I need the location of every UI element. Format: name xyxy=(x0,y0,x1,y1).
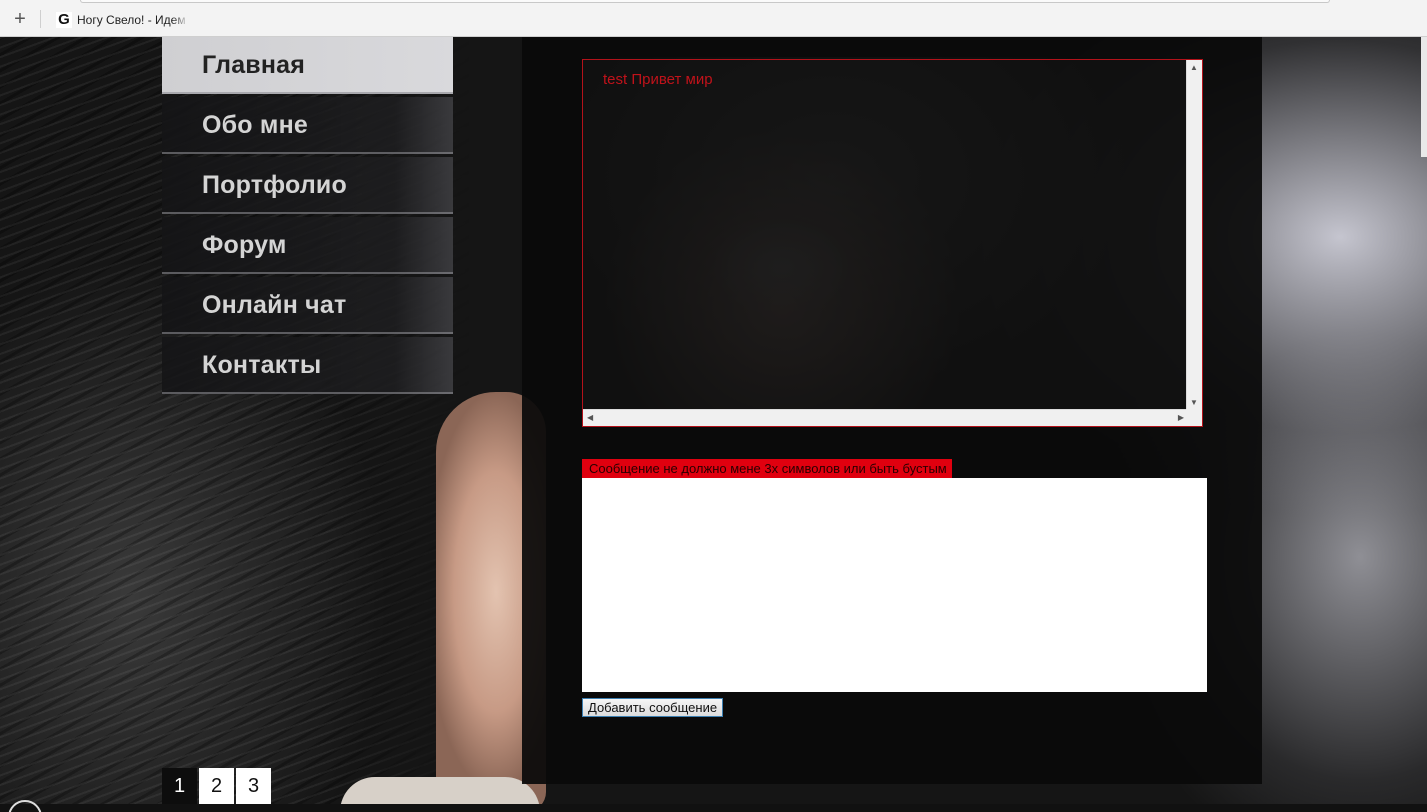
error-message: Сообщение не должно мене 3х символов или… xyxy=(582,459,952,478)
nav-item-label: Онлайн чат xyxy=(202,291,347,319)
add-message-button[interactable]: Добавить сообщение xyxy=(582,698,724,717)
taskbar-strip xyxy=(0,804,1427,812)
scroll-right-icon[interactable]: ▶ xyxy=(1178,413,1184,422)
bookmark-title: Ногу Свело! - Идем xyxy=(77,13,186,27)
nav-item-label: Обо мне xyxy=(202,111,309,139)
nav-item-portfolio[interactable]: Портфолио xyxy=(162,157,453,214)
nav-item-forum[interactable]: Форум xyxy=(162,217,453,274)
message-input[interactable] xyxy=(582,478,1207,692)
chat-vertical-scrollbar[interactable]: ▲ ▼ xyxy=(1186,60,1202,410)
nav-item-home[interactable]: Главная xyxy=(162,37,453,94)
page-button-2[interactable]: 2 xyxy=(199,768,234,804)
chat-horizontal-scrollbar[interactable]: ◀ ▶ xyxy=(583,409,1188,426)
nav-item-label: Портфолио xyxy=(202,171,347,199)
main-nav: Главная Обо мне Портфолио Форум Онлайн ч… xyxy=(162,37,453,397)
scroll-up-icon[interactable]: ▲ xyxy=(1190,63,1198,72)
nav-item-label: Главная xyxy=(202,51,306,79)
nav-item-online-chat[interactable]: Онлайн чат xyxy=(162,277,453,334)
chat-log[interactable]: test Привет мир ▲ ▼ ◀ ▶ xyxy=(582,59,1203,427)
nav-item-contacts[interactable]: Контакты xyxy=(162,337,453,394)
bookmark-favicon-icon: G xyxy=(56,12,72,28)
page-button-3[interactable]: 3 xyxy=(236,768,271,804)
page-button-1[interactable]: 1 xyxy=(162,768,197,804)
scroll-down-icon[interactable]: ▼ xyxy=(1190,398,1198,407)
toolbar-divider xyxy=(40,10,41,28)
nav-item-label: Форум xyxy=(202,231,287,259)
scroll-left-icon[interactable]: ◀ xyxy=(587,413,593,422)
pagination: 1 2 3 xyxy=(162,768,271,804)
browser-toolbar: + G Ногу Свело! - Идем xyxy=(0,0,1427,37)
new-tab-button[interactable]: + xyxy=(10,9,30,29)
nav-item-about[interactable]: Обо мне xyxy=(162,97,453,154)
page-scrollbar[interactable] xyxy=(1421,37,1427,157)
chat-message: test Привет мир xyxy=(603,71,713,88)
bookmark-item[interactable]: G Ногу Свело! - Идем xyxy=(56,11,189,29)
scrollbar-corner xyxy=(1186,409,1202,426)
address-bar-edge[interactable] xyxy=(80,0,1330,3)
nav-item-label: Контакты xyxy=(202,351,322,379)
